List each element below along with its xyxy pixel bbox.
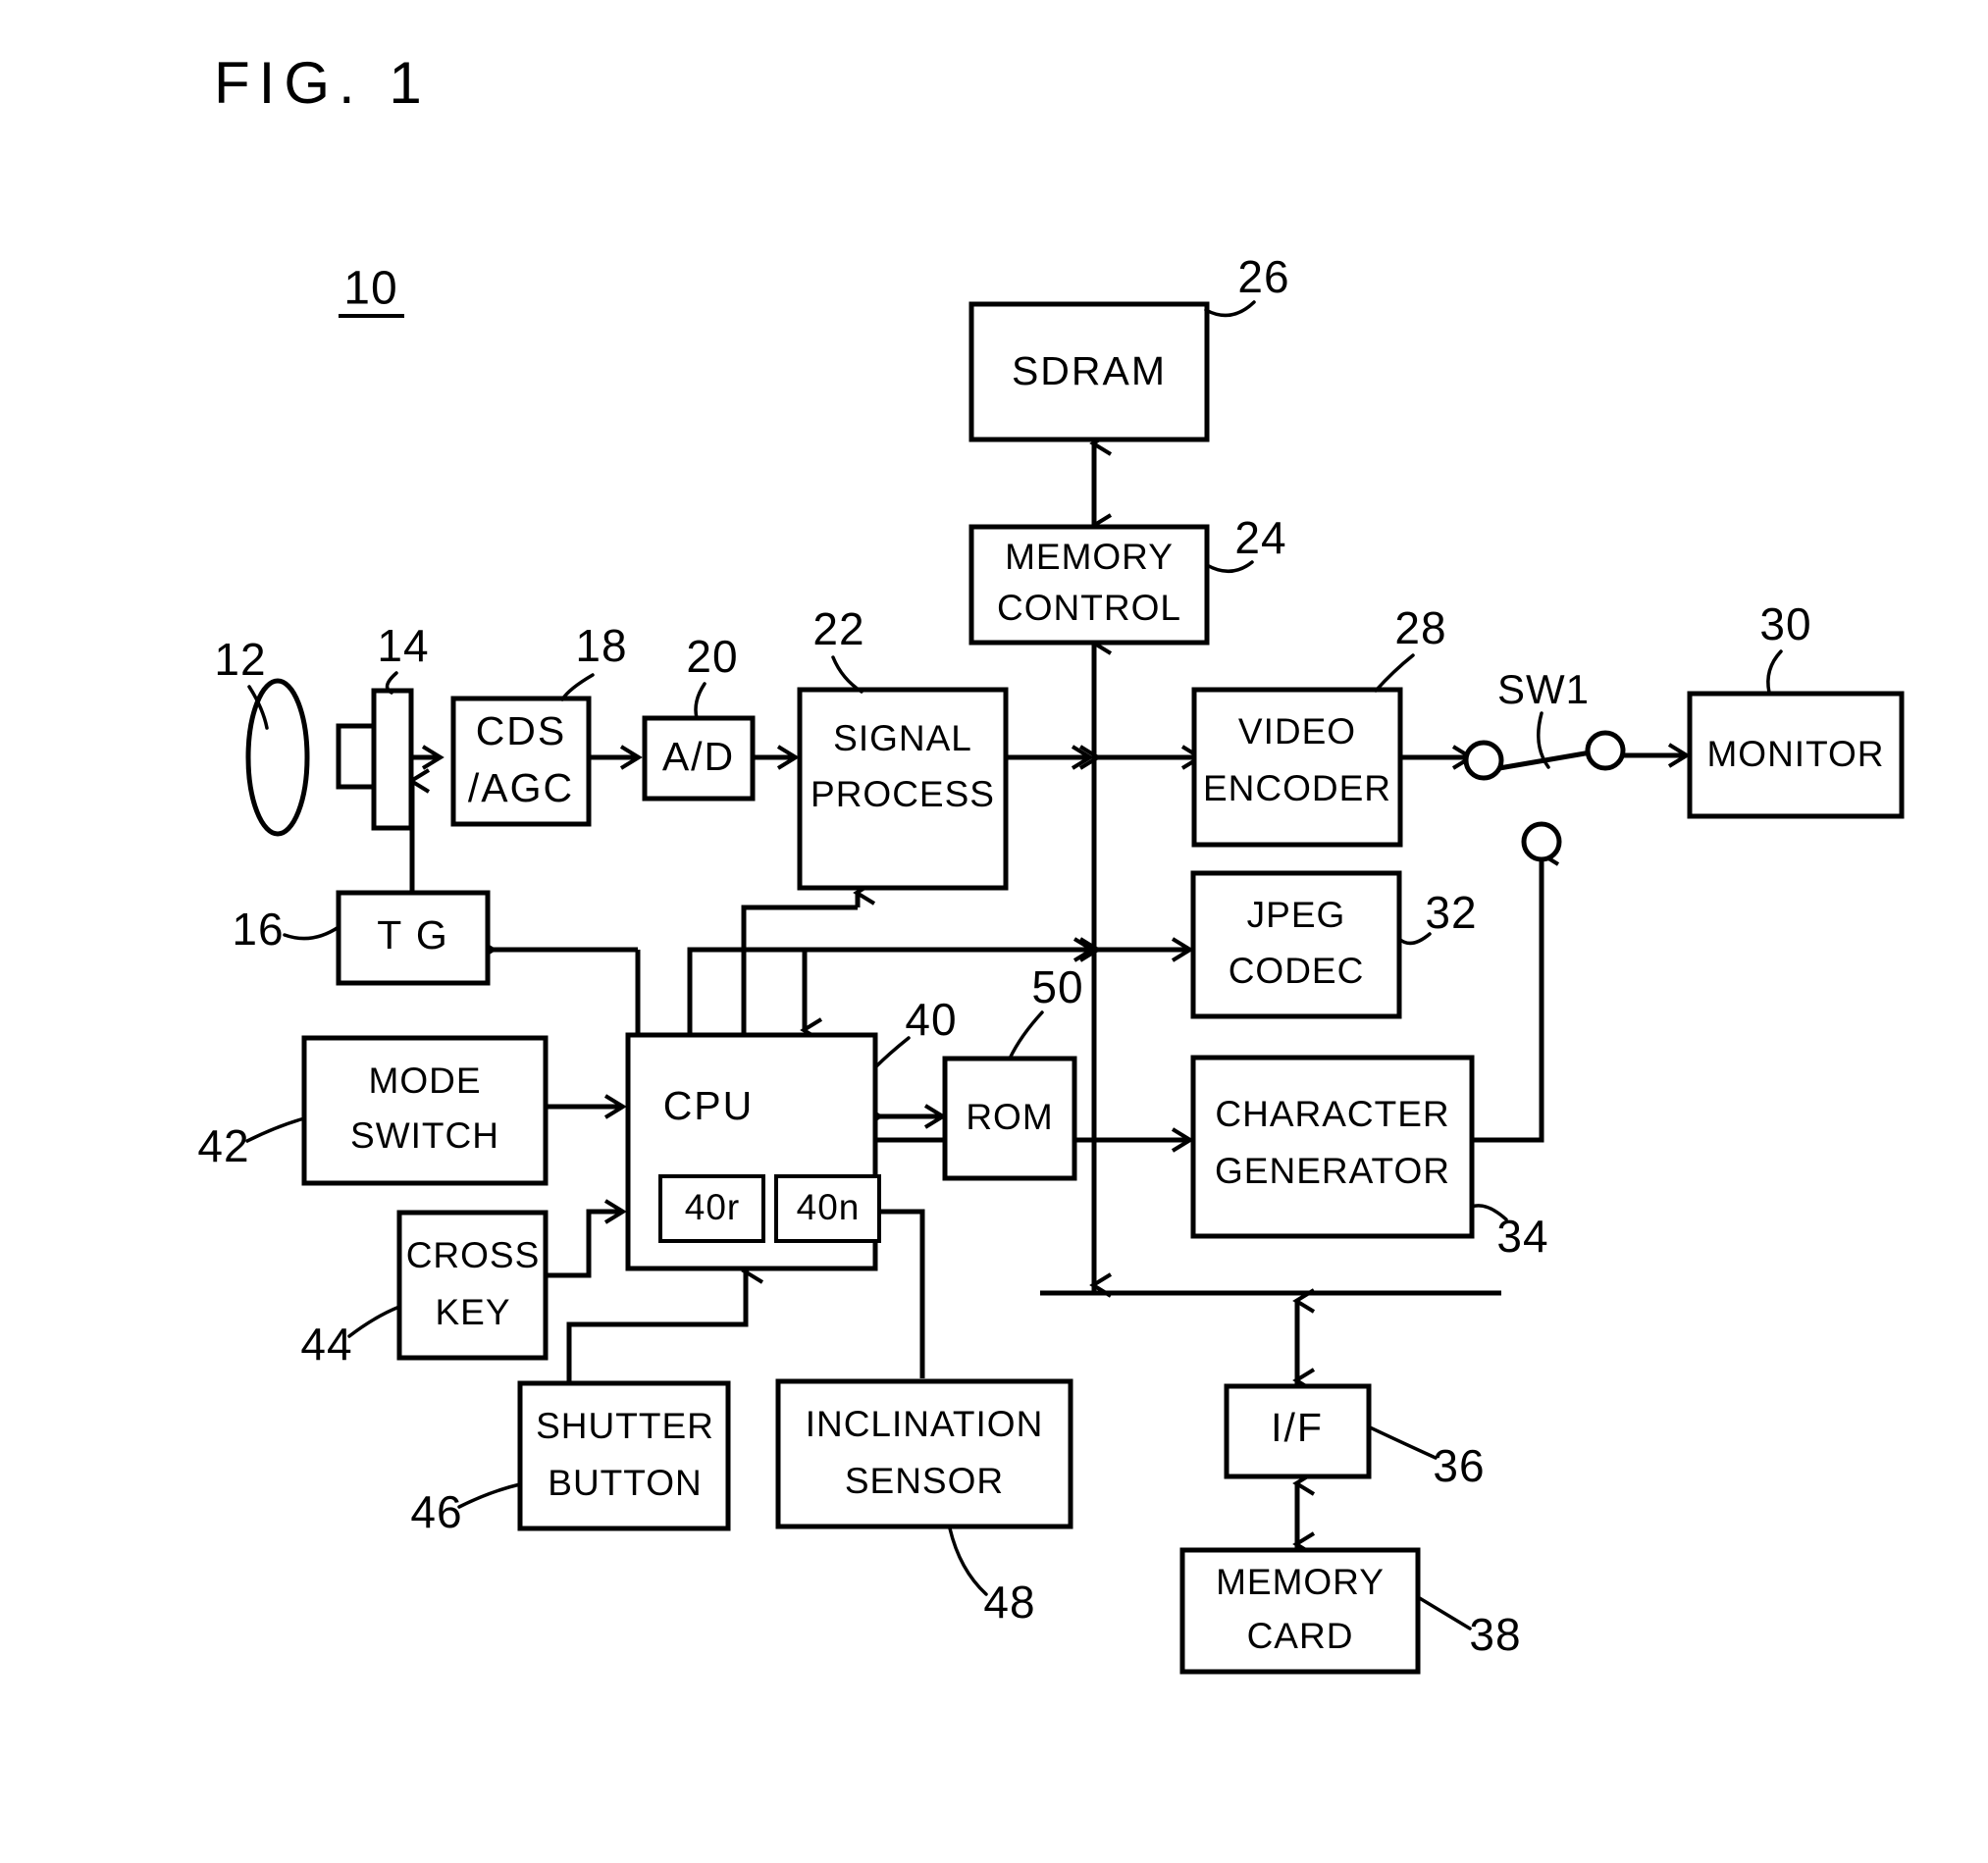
wire-inclination-to-cpu [861,1199,925,1378]
wire-crosskey-to-cpu [546,1199,627,1278]
leader-16 [283,925,340,941]
ref-44: 44 [300,1319,352,1370]
block-monitor-label: MONITOR [1706,734,1884,774]
ref-18: 18 [575,620,627,671]
ref-36: 36 [1433,1440,1485,1491]
leader-48 [948,1527,988,1596]
ref-38: 38 [1469,1609,1521,1660]
block-timing-generator-label: T G [377,912,449,957]
block-signal-process-label-2: PROCESS [811,774,995,814]
leader-44 [347,1305,401,1338]
figure-title: FIG. 1 [214,50,431,116]
block-video-encoder-label-1: VIDEO [1238,711,1356,751]
block-jpeg-codec-label-1: JPEG [1247,895,1346,935]
ref-32: 32 [1425,887,1477,938]
block-cross-key-label-1: CROSS [406,1235,541,1275]
leader-30 [1766,649,1783,695]
block-mode-switch-label-2: SWITCH [350,1115,499,1156]
wire-cpu-to-signal-path [741,905,858,1035]
leader-24 [1205,560,1254,573]
sw1-terminal-input[interactable] [1463,740,1504,781]
ref-28: 28 [1394,602,1446,653]
block-memory-control-label-2: CONTROL [997,588,1181,628]
wire-shutter-to-cpu [566,1259,764,1381]
patent-figure-sheet: FIG. 1 10 SDRAM MEMORY CONTROL CDS /AGC … [0,0,1988,1863]
ref-12: 12 [214,634,266,685]
block-character-generator-label-1: CHARACTER [1215,1094,1449,1134]
block-interface-label: I/F [1271,1405,1324,1450]
ref-22: 22 [812,603,864,654]
block-signal-process-label-1: SIGNAL [833,718,972,758]
leader-42 [245,1116,306,1143]
block-cds-agc-label-1: CDS [476,708,567,753]
sw1-terminal-output[interactable] [1585,730,1626,771]
sw1-label: SW1 [1497,666,1590,712]
block-cpu-label: CPU [663,1083,755,1128]
block-memory-card-label-1: MEMORY [1216,1562,1385,1602]
block-cpu-register-40n-label: 40n [797,1187,861,1227]
wire-chargen-to-sw1 [1470,841,1560,1143]
leader-36 [1368,1425,1438,1460]
block-memory-card-label-2: CARD [1247,1616,1354,1656]
ref-48: 48 [983,1577,1035,1628]
block-cross-key-label-2: KEY [435,1292,510,1332]
leader-20 [694,682,706,720]
leader-50 [1008,1010,1044,1061]
ref-26: 26 [1237,251,1289,302]
system-ref-number: 10 [343,263,397,315]
block-inclination-sensor-label-1: INCLINATION [806,1404,1044,1444]
leader-22 [831,655,863,694]
block-inclination-sensor-label-2: SENSOR [845,1461,1004,1501]
ref-46: 46 [410,1486,462,1537]
ref-30: 30 [1759,598,1811,649]
block-jpeg-codec-label-2: CODEC [1229,951,1365,991]
block-ad-converter-label: A/D [662,734,735,779]
block-memory-control-label-1: MEMORY [1005,537,1174,577]
block-video-encoder-label-2: ENCODER [1203,768,1391,808]
leader-40 [873,1036,911,1069]
block-character-generator-label-2: GENERATOR [1215,1151,1450,1191]
block-mode-switch-label-1: MODE [369,1061,482,1101]
sw1-terminal-chargen[interactable] [1521,821,1562,862]
leader-26 [1204,300,1256,318]
imager-sensor-plane [371,688,414,831]
block-shutter-button-label-2: BUTTON [548,1463,702,1503]
block-shutter-button-label-1: SHUTTER [536,1406,714,1446]
block-character-generator [1190,1055,1475,1239]
block-rom-label: ROM [966,1097,1053,1137]
leader-18 [560,673,595,701]
leader-38 [1416,1595,1472,1630]
ref-14: 14 [377,620,429,671]
block-cpu-register-40r-label: 40r [685,1187,740,1227]
ref-50: 50 [1031,961,1083,1012]
ref-42: 42 [197,1120,249,1171]
ref-16: 16 [232,904,284,955]
block-sdram-label: SDRAM [1012,348,1167,393]
ref-40: 40 [905,994,957,1045]
ref-24: 24 [1234,512,1286,563]
leader-28 [1374,653,1415,693]
leader-46 [457,1482,522,1509]
ref-20: 20 [686,631,738,682]
block-diagram: FIG. 1 10 SDRAM MEMORY CONTROL CDS /AGC … [197,50,1905,1675]
block-cds-agc-label-2: /AGC [468,765,574,810]
